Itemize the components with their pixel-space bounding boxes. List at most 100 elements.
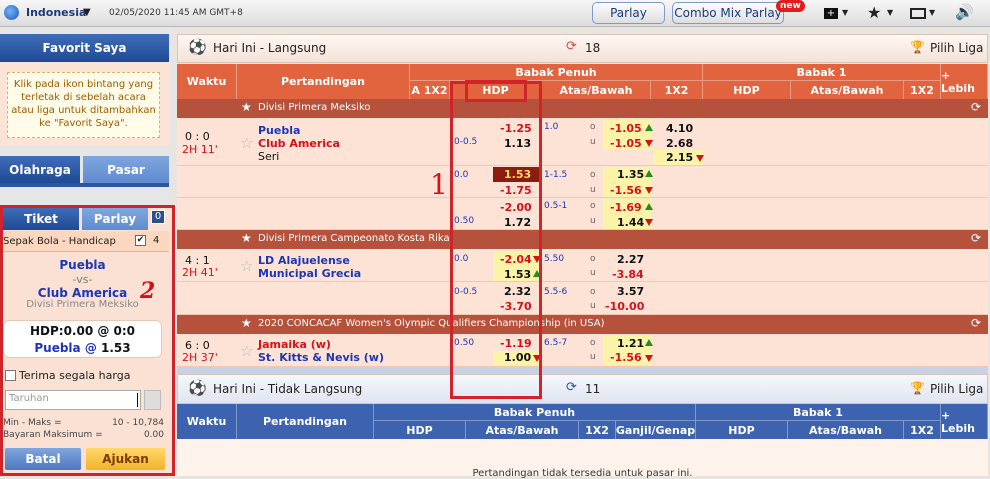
refresh-icon[interactable]: ⟳ xyxy=(971,231,981,245)
accept-label[interactable]: Terima segala harga xyxy=(19,369,130,382)
refresh-icon[interactable]: ⟳ xyxy=(971,316,981,330)
combo-mix-parlay-button[interactable]: Combo Mix Parlay xyxy=(672,2,784,24)
col-a1x2: A 1X2 xyxy=(410,81,450,99)
arrow-down-icon xyxy=(645,355,653,362)
ou-odds[interactable]: -1.05 xyxy=(610,122,642,135)
add-icon[interactable]: + xyxy=(824,8,838,19)
pick-line: Puebla @ 1.53 xyxy=(3,341,162,355)
favorite-star-icon[interactable]: ☆ xyxy=(240,257,253,275)
empty-message: Pertandingan tidak tersedia untuk pasar … xyxy=(472,468,693,479)
nonlive-count: 11 xyxy=(585,382,601,396)
ou-odds[interactable]: -3.84 xyxy=(612,268,644,281)
over-label: o xyxy=(590,287,596,297)
refresh-icon[interactable]: ⟳ xyxy=(566,380,577,395)
arrow-up-icon xyxy=(645,124,653,131)
favorites-hint: Klik pada ikon bintang yang terletak di … xyxy=(7,72,160,138)
tab-parlay[interactable]: Parlay xyxy=(82,208,148,230)
ou-line: 6.5-7 xyxy=(544,338,568,348)
ou-line: 5.5-6 xyxy=(544,287,568,297)
over-label: o xyxy=(590,201,596,211)
tab-olahraga[interactable]: Olahraga xyxy=(0,156,80,183)
tab-pasar[interactable]: Pasar xyxy=(83,156,169,183)
annotation-2: 2 xyxy=(140,278,156,304)
chevron-down-icon[interactable]: ▼ xyxy=(842,8,848,17)
x12-odds[interactable]: 2.68 xyxy=(666,137,693,150)
arrow-up-icon xyxy=(645,339,653,346)
bet-type: Sepak Bola - Handicap xyxy=(3,236,116,247)
col-hdp: HDP xyxy=(374,421,466,439)
arrow-down-icon xyxy=(645,187,653,194)
refresh-icon[interactable]: ⟳ xyxy=(971,100,981,114)
home-team[interactable]: LD Alajuelense xyxy=(258,254,350,267)
new-badge: new xyxy=(776,0,805,12)
away-team[interactable]: Municipal Grecia xyxy=(258,267,361,280)
chevron-down-icon[interactable]: ▼ xyxy=(887,8,893,17)
annotation-box-top xyxy=(465,80,527,102)
col-atasbawah: Atas/Bawah xyxy=(542,81,651,99)
col-atasbawah-h1: Atas/Bawah xyxy=(788,421,904,439)
star-icon[interactable]: ★ xyxy=(241,231,252,245)
bet-type-checkbox[interactable]: ✔ xyxy=(135,235,146,246)
ou-odds[interactable]: -1.05 xyxy=(610,137,642,150)
match-time: 2H 41' xyxy=(182,266,218,279)
babak-penuh-header: Babak Penuh xyxy=(410,64,703,81)
star-icon[interactable]: ★ xyxy=(241,100,252,114)
chevron-down-icon[interactable]: ▼ xyxy=(929,8,935,17)
ou-odds[interactable]: -1.56 xyxy=(610,184,642,197)
col-match: Pertandingan xyxy=(237,404,374,439)
away-team[interactable]: Club America xyxy=(258,137,340,150)
col-ganjil-genap: Ganjil/Genap xyxy=(616,421,696,439)
away-team[interactable]: St. Kitts & Nevis (w) xyxy=(258,351,384,364)
favorite-star-icon[interactable]: ☆ xyxy=(240,342,253,360)
star-icon[interactable]: ★ xyxy=(241,316,252,330)
ou-odds[interactable]: 1.21 xyxy=(617,337,644,350)
babak1-header: Babak 1 xyxy=(703,64,941,81)
chevron-down-icon[interactable]: ▼ xyxy=(83,7,91,18)
odds-display-icon[interactable] xyxy=(910,8,926,19)
match-time: 2H 11' xyxy=(182,143,218,156)
x12-odds[interactable]: 4.10 xyxy=(666,122,693,135)
x12-odds[interactable]: 2.15 xyxy=(666,151,693,164)
star-menu-icon[interactable]: ★ xyxy=(867,3,881,22)
ou-odds[interactable]: -1.56 xyxy=(610,351,642,364)
country-select[interactable]: Indonesia xyxy=(26,6,86,19)
pick-league-link[interactable]: Pilih Liga xyxy=(930,382,983,396)
ou-odds[interactable]: 2.27 xyxy=(617,253,644,266)
col-waktu: Waktu xyxy=(177,404,237,439)
cancel-button[interactable]: Batal xyxy=(5,448,81,470)
match-time: 2H 37' xyxy=(182,351,218,364)
ou-odds[interactable]: 1.35 xyxy=(617,168,644,181)
pick-league-link[interactable]: Pilih Liga xyxy=(930,41,983,55)
col-atasbawah: Atas/Bawah xyxy=(466,421,579,439)
ou-odds[interactable]: 3.57 xyxy=(617,285,644,298)
match-row xyxy=(177,198,988,230)
draw-label: Seri xyxy=(258,150,280,163)
under-label: u xyxy=(590,137,596,147)
trophy-icon[interactable]: 🏆 xyxy=(910,381,925,395)
more-header[interactable]: + Lebih xyxy=(941,404,988,439)
col-hdp-h1: HDP xyxy=(703,81,791,99)
pick-team: Puebla xyxy=(34,341,81,355)
col-1x2: 1X2 xyxy=(579,421,616,439)
sound-icon[interactable]: 🔊 xyxy=(955,3,974,21)
trophy-icon[interactable]: 🏆 xyxy=(910,40,925,54)
favorite-star-icon[interactable]: ☆ xyxy=(240,134,253,152)
accept-checkbox[interactable] xyxy=(5,370,16,381)
refresh-icon[interactable]: ⟳ xyxy=(566,39,577,54)
submit-button[interactable]: Ajukan xyxy=(86,448,165,470)
annotation-box xyxy=(450,81,542,399)
tab-tiket[interactable]: Tiket xyxy=(3,208,79,230)
stake-clear-button[interactable] xyxy=(144,390,161,410)
text-cursor xyxy=(137,393,138,407)
col-waktu: Waktu xyxy=(177,64,237,99)
more-header[interactable]: + Lebih xyxy=(941,64,988,99)
ou-odds[interactable]: -1.69 xyxy=(610,201,642,214)
home-team[interactable]: Jamaika (w) xyxy=(258,338,331,351)
ou-odds[interactable]: 1.44 xyxy=(617,216,644,229)
ou-odds[interactable]: -10.00 xyxy=(605,300,644,313)
league-name: 2020 CONCACAF Women's Olympic Qualifiers… xyxy=(258,318,605,329)
parlay-button[interactable]: Parlay xyxy=(592,2,665,24)
parlay-count: 0 xyxy=(151,210,165,224)
soccer-icon: ⚽ xyxy=(188,38,207,56)
home-team[interactable]: Puebla xyxy=(258,124,300,137)
